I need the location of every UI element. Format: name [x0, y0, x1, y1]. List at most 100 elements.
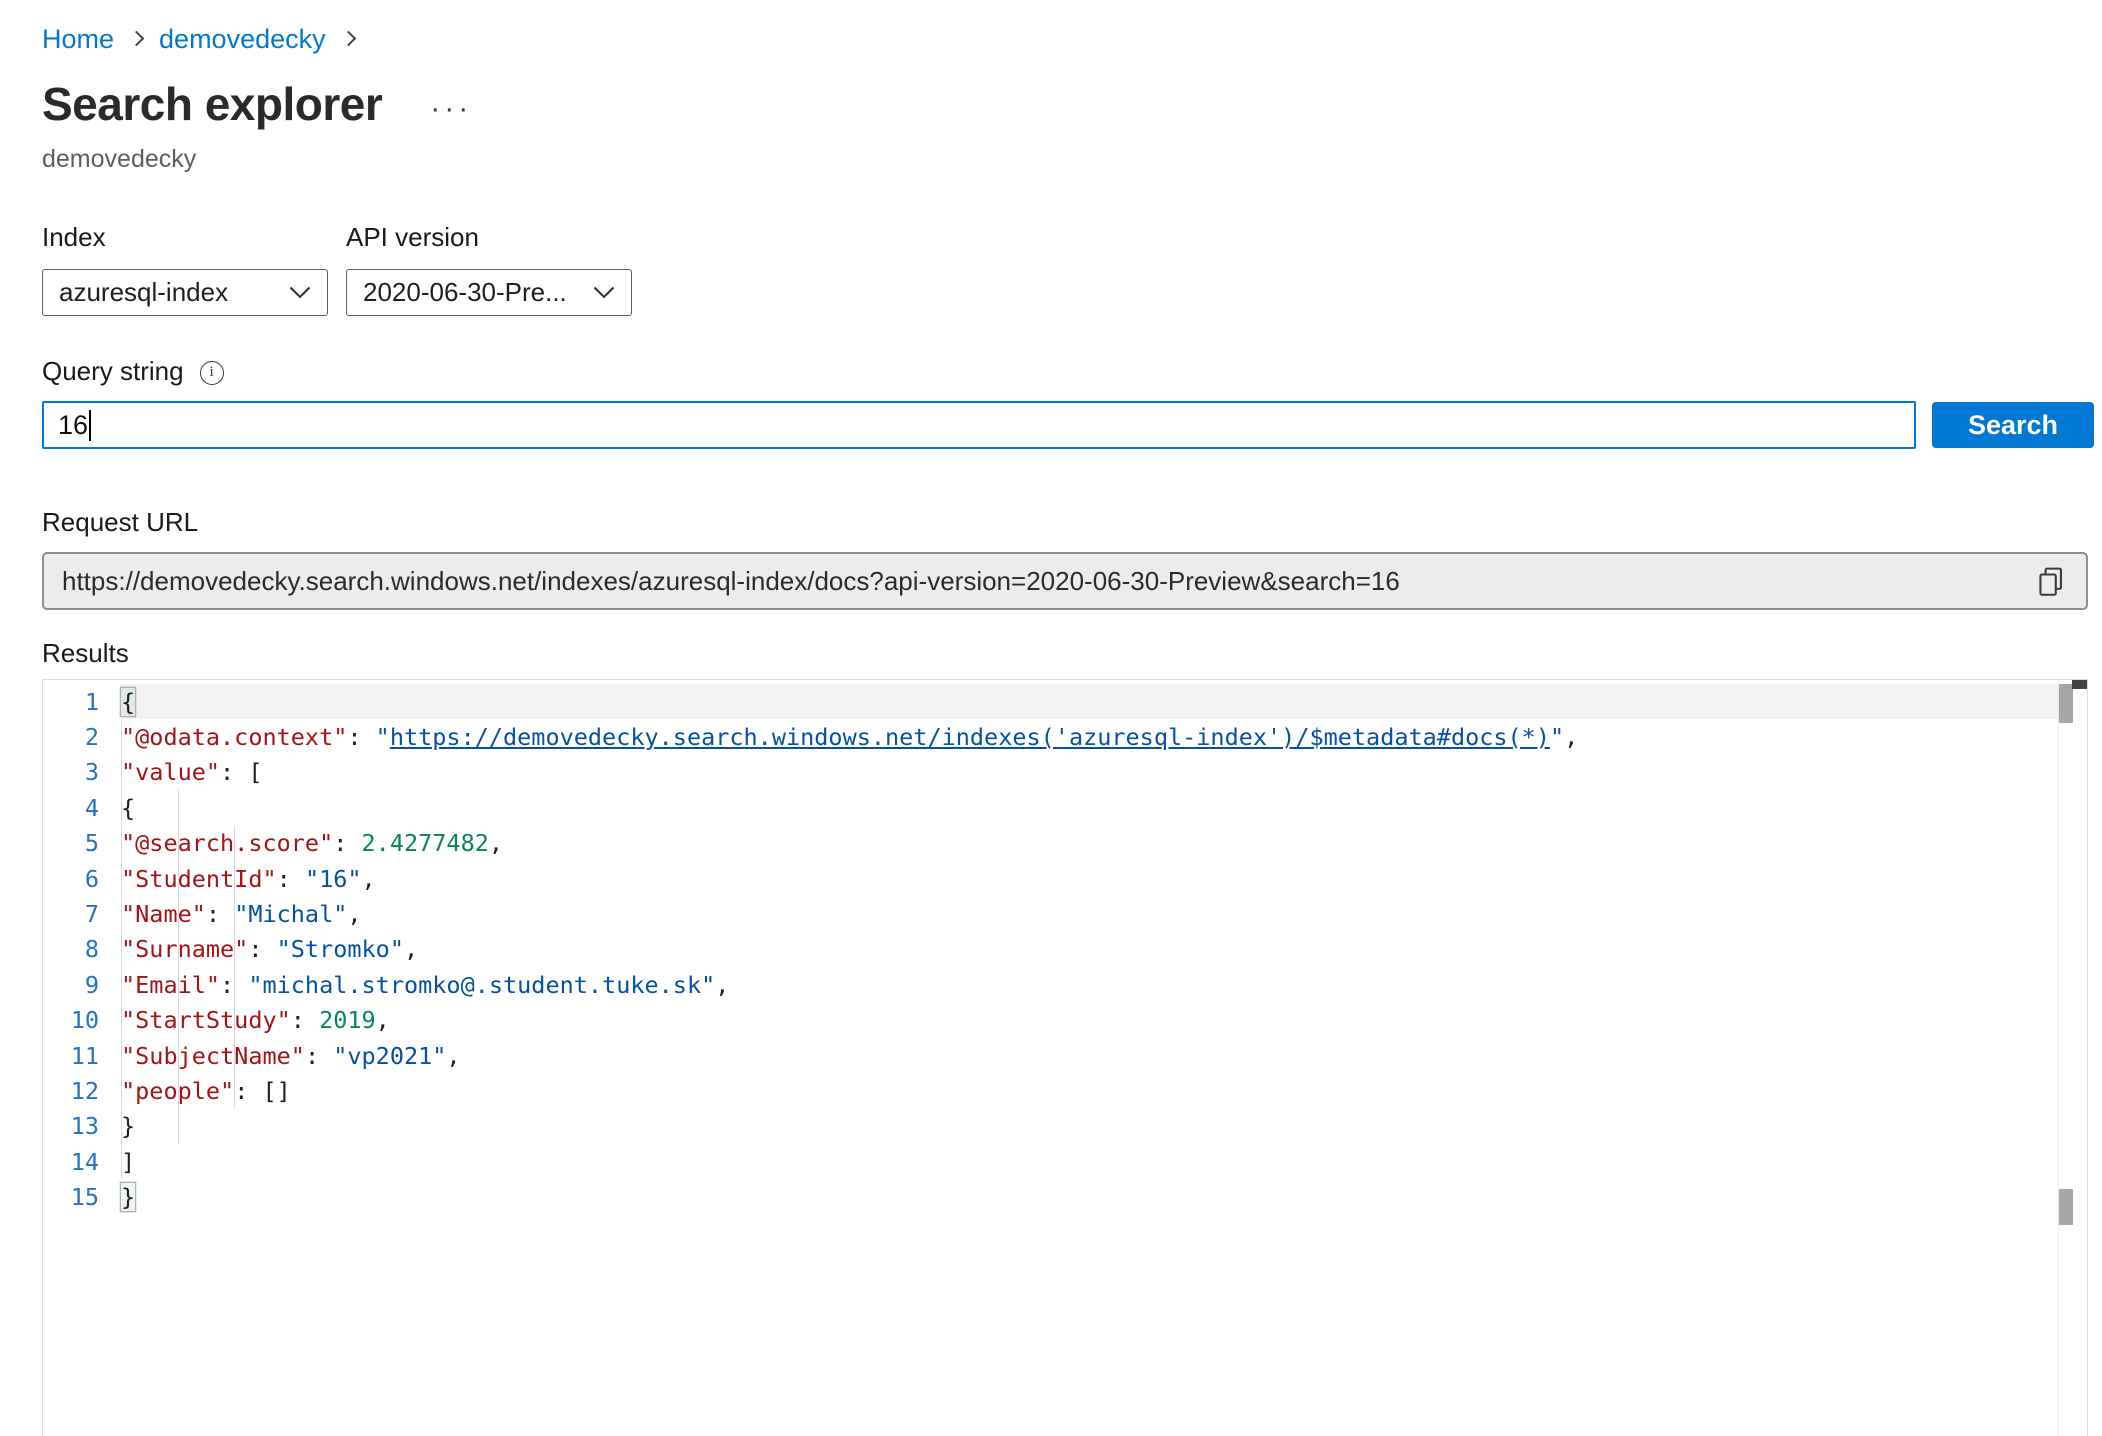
json-token: , — [362, 865, 376, 893]
query-string-input[interactable]: 16 — [42, 401, 1916, 449]
json-token: 2.4277482 — [362, 829, 489, 857]
editor-lines: 1{ 2 "@odata.context": "https://demovedec… — [43, 684, 2058, 1215]
json-token: , — [446, 1042, 460, 1070]
indent-guide — [121, 861, 122, 896]
request-url-label: Request URL — [42, 507, 2102, 538]
json-token: https://demovedecky.search.windows.net/i… — [390, 723, 1550, 751]
query-input-value: 16 — [58, 410, 88, 441]
code-line: 7 "Name": "Michal", — [43, 896, 2058, 931]
json-token: "StudentId" — [121, 865, 277, 893]
indent-guide — [234, 1073, 235, 1108]
editor-scrollbar — [2058, 680, 2087, 1436]
indent-guide — [121, 1109, 122, 1144]
json-token: , — [715, 971, 729, 999]
index-label: Index — [42, 222, 346, 253]
code-line: 15} — [43, 1179, 2058, 1214]
line-number: 3 — [43, 758, 121, 786]
copy-icon[interactable] — [2037, 566, 2064, 597]
code-line: 10 "StartStudy": 2019, — [43, 1003, 2058, 1038]
json-token: "Michal" — [234, 900, 347, 928]
bracket-match: } — [121, 1183, 135, 1211]
indent-guide — [178, 861, 179, 896]
line-number: 15 — [43, 1183, 121, 1211]
json-token: "value" — [121, 758, 220, 786]
index-dropdown-value: azuresql-index — [59, 277, 281, 308]
index-dropdown[interactable]: azuresql-index — [42, 269, 328, 316]
code-line: 11 "SubjectName": "vp2021", — [43, 1038, 2058, 1073]
line-number: 2 — [43, 723, 121, 751]
code-text: } — [121, 1179, 2058, 1214]
json-token: , — [376, 1006, 390, 1034]
json-token: "StartStudy" — [121, 1006, 291, 1034]
json-token: " — [1550, 723, 1564, 751]
info-icon[interactable]: i — [200, 361, 224, 385]
json-token: "SubjectName" — [121, 1042, 305, 1070]
more-menu-ellipsis-icon[interactable]: ··· — [430, 104, 472, 114]
code-text: "@search.score": 2.4277482, — [121, 826, 2058, 861]
breadcrumb: Home demovedecky — [42, 24, 2102, 55]
scrollbar-thumb[interactable] — [2059, 1189, 2073, 1225]
indent-guide — [121, 1144, 122, 1179]
code-text: { — [121, 684, 2058, 719]
results-json-editor[interactable]: 1{ 2 "@odata.context": "https://demovedec… — [42, 679, 2088, 1436]
json-token: "michal.stromko@.student.tuke.sk" — [248, 971, 715, 999]
code-text: "StudentId": "16", — [121, 861, 2058, 896]
code-line: 5 "@search.score": 2.4277482, — [43, 826, 2058, 861]
code-text: "value": [ — [121, 755, 2058, 790]
code-line: 14 ] — [43, 1144, 2058, 1179]
line-number: 9 — [43, 971, 121, 999]
code-line: 8 "Surname": "Stromko", — [43, 932, 2058, 967]
json-token: , — [404, 935, 418, 963]
indent-guide — [121, 1038, 122, 1073]
line-number: 6 — [43, 865, 121, 893]
page-subtitle: demovedecky — [42, 145, 2102, 174]
code-line: 6 "StudentId": "16", — [43, 861, 2058, 896]
bracket-match: { — [121, 688, 135, 716]
json-token: "Email" — [121, 971, 220, 999]
api-version-dropdown[interactable]: 2020-06-30-Pre... — [346, 269, 632, 316]
json-token: "@odata.context" — [121, 723, 347, 751]
query-label-row: Query string i — [42, 356, 2102, 387]
indent-guide — [234, 826, 235, 861]
line-number: 8 — [43, 935, 121, 963]
json-token: "Stromko" — [277, 935, 404, 963]
indent-guide — [178, 1038, 179, 1073]
scrollbar-thumb[interactable] — [2059, 684, 2073, 723]
chevron-right-icon — [340, 30, 356, 46]
search-button[interactable]: Search — [1932, 402, 2094, 448]
page-title: Search explorer — [42, 77, 382, 131]
indent-guide — [178, 790, 179, 825]
json-token: : — [248, 935, 276, 963]
request-url-box[interactable]: https://demovedecky.search.windows.net/i… — [42, 552, 2088, 610]
json-token: : — [291, 1006, 319, 1034]
json-token: : — [277, 865, 305, 893]
breadcrumb-link[interactable]: Home — [42, 24, 114, 55]
indent-guide — [121, 790, 122, 825]
breadcrumb-link[interactable]: demovedecky — [159, 24, 326, 55]
field-labels-row: Index API version — [42, 222, 2102, 253]
search-explorer-page: Home demovedecky Search explorer ··· demo… — [0, 0, 2102, 1436]
json-token: "@search.score" — [121, 829, 333, 857]
json-token: " — [376, 723, 390, 751]
line-number: 7 — [43, 900, 121, 928]
line-number: 4 — [43, 794, 121, 822]
code-line: 1{ — [43, 684, 2058, 719]
json-token: , — [347, 900, 361, 928]
indent-guide — [178, 932, 179, 967]
chevron-down-icon — [593, 286, 615, 299]
indent-guide — [178, 826, 179, 861]
code-line: 4 { — [43, 790, 2058, 825]
code-line: 12 "people": [] — [43, 1073, 2058, 1108]
api-version-dropdown-value: 2020-06-30-Pre... — [363, 277, 585, 308]
indent-guide — [121, 1073, 122, 1108]
line-number: 10 — [43, 1006, 121, 1034]
code-text: "Surname": "Stromko", — [121, 932, 2058, 967]
chevron-right-icon — [129, 30, 145, 46]
json-token: "Surname" — [121, 935, 248, 963]
json-token: { — [121, 794, 135, 822]
indent-guide — [121, 967, 122, 1002]
code-text: "StartStudy": 2019, — [121, 1003, 2058, 1038]
code-text: ] — [121, 1144, 2058, 1179]
overview-ruler-mark — [2072, 680, 2087, 689]
dropdown-row: azuresql-index 2020-06-30-Pre... — [42, 269, 2102, 316]
